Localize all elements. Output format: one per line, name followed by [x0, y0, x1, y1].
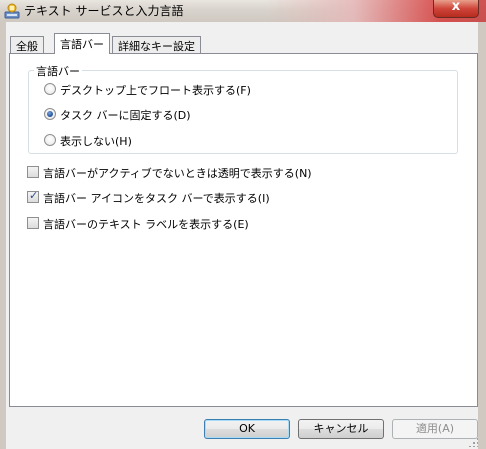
- radio-label: デスクトップ上でフロート表示する(F): [60, 84, 251, 97]
- checkbox-label: 言語バーがアクティブでないときは透明で表示する(N): [43, 167, 312, 180]
- checkbox[interactable]: [27, 217, 39, 229]
- ok-button[interactable]: OK: [204, 419, 290, 439]
- window-title: テキスト サービスと入力言語: [24, 4, 184, 18]
- tab-language-bar[interactable]: 言語バー: [54, 33, 110, 54]
- close-button[interactable]: x: [433, 0, 479, 18]
- radio-button[interactable]: [44, 134, 56, 146]
- tab-label: 言語バー: [60, 38, 104, 51]
- check-mark-icon: ✓: [29, 189, 39, 202]
- radio-label: 表示しない(H): [60, 135, 132, 148]
- checkbox-label: 言語バー アイコンをタスク バーで表示する(I): [43, 192, 270, 205]
- checkbox-label: 言語バーのテキスト ラベルを表示する(E): [43, 218, 249, 231]
- title-bar: テキスト サービスと入力言語 x: [0, 0, 486, 30]
- radio-button[interactable]: [44, 83, 56, 95]
- apply-button[interactable]: 適用(A): [392, 419, 478, 439]
- group-label: 言語バー: [34, 63, 82, 79]
- tab-label: 全般: [16, 40, 38, 53]
- language-bar-icon: [4, 3, 20, 19]
- checkbox[interactable]: [27, 166, 39, 178]
- tab-advanced-key-settings[interactable]: 詳細なキー設定: [112, 36, 201, 53]
- radio-selected-dot: [47, 111, 53, 117]
- close-icon: x: [451, 0, 461, 14]
- radio-label: タスク バーに固定する(D): [60, 109, 191, 122]
- tab-label: 詳細なキー設定: [118, 40, 195, 53]
- checkbox[interactable]: ✓: [27, 189, 39, 203]
- cancel-button[interactable]: キャンセル: [298, 419, 384, 439]
- radio-button[interactable]: [44, 108, 56, 120]
- tab-general[interactable]: 全般: [10, 36, 44, 53]
